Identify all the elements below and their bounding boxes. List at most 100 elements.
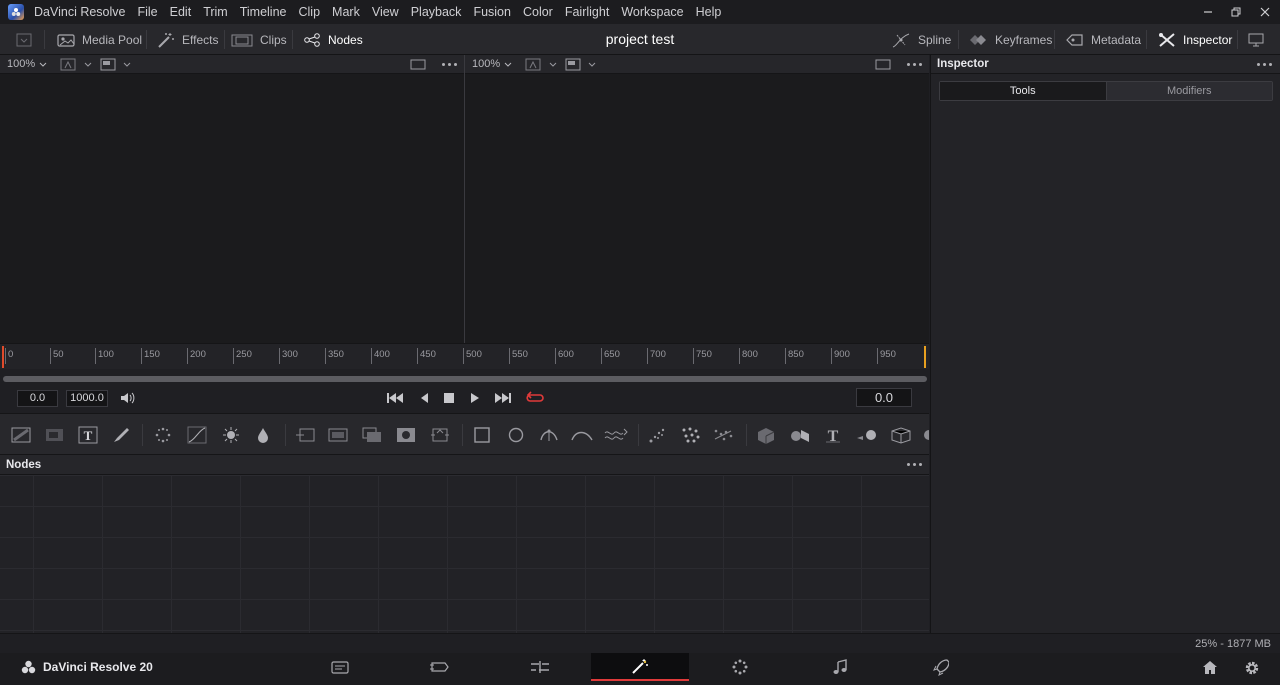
menu-color[interactable]: Color — [517, 0, 559, 24]
page-deliver-button[interactable] — [891, 653, 989, 681]
nodes-panel-title: Nodes — [6, 459, 42, 471]
play-icon[interactable] — [469, 390, 481, 406]
stop-icon[interactable] — [443, 390, 455, 406]
current-time-field[interactable]: 0.0 — [856, 388, 912, 407]
close-icon[interactable] — [1250, 0, 1280, 24]
tab-tools[interactable]: Tools — [940, 82, 1106, 100]
polygon-mask-icon[interactable] — [539, 426, 559, 444]
viewer-layout-icon[interactable] — [100, 58, 134, 71]
effects-button[interactable]: Effects — [157, 24, 218, 55]
more-options-icon[interactable] — [907, 63, 922, 66]
menu-mark[interactable]: Mark — [326, 0, 366, 24]
render-start-marker[interactable] — [2, 346, 4, 368]
more-options-icon[interactable] — [442, 63, 457, 66]
more-options-icon[interactable] — [1257, 63, 1272, 66]
scrub-bar[interactable] — [3, 376, 927, 382]
background-tool-icon[interactable] — [11, 426, 31, 444]
menu-view[interactable]: View — [366, 0, 405, 24]
camera3d-tool-icon[interactable] — [856, 426, 876, 444]
tab-modifiers[interactable]: Modifiers — [1105, 82, 1272, 100]
menu-help[interactable]: Help — [690, 0, 728, 24]
viewer-right[interactable] — [465, 74, 929, 343]
menu-fusion[interactable]: Fusion — [467, 0, 517, 24]
mask-tool-icon[interactable] — [396, 426, 416, 444]
transform-tool-icon[interactable] — [430, 426, 450, 444]
restore-icon[interactable] — [1221, 0, 1251, 24]
channel-select-icon[interactable] — [525, 58, 563, 71]
render-end-field[interactable]: 1000.0 — [66, 390, 108, 407]
edit-page-icon — [531, 661, 549, 673]
page-color-button[interactable] — [691, 653, 789, 681]
page-media-button[interactable] — [291, 653, 389, 681]
channel-select-icon[interactable] — [60, 58, 98, 71]
gear-icon[interactable] — [1244, 660, 1260, 676]
menu-file[interactable]: File — [131, 0, 163, 24]
text-tool-icon[interactable]: T — [78, 426, 98, 444]
menu-trim[interactable]: Trim — [197, 0, 234, 24]
node-editor-canvas[interactable] — [0, 475, 929, 633]
minimize-icon[interactable] — [1193, 0, 1223, 24]
page-edit-button[interactable] — [491, 653, 589, 681]
color-curves-tool-icon[interactable] — [187, 426, 207, 444]
paint-tool-icon[interactable] — [111, 426, 131, 444]
viewer-layout-icon[interactable] — [565, 58, 599, 71]
keyframes-button[interactable]: Keyframes — [968, 24, 1052, 55]
nodes-button[interactable]: Nodes — [303, 24, 363, 55]
go-to-start-icon[interactable] — [386, 390, 404, 406]
metadata-button[interactable]: Metadata — [1066, 24, 1141, 55]
rectangle-mask-icon[interactable] — [472, 426, 492, 444]
menu-clip[interactable]: Clip — [293, 0, 327, 24]
time-ruler[interactable]: 0 50 100 150 200 250 300 350 400 450 500… — [0, 343, 929, 369]
viewer-left[interactable] — [0, 74, 464, 343]
page-cut-button[interactable] — [391, 653, 489, 681]
text3d-tool-icon[interactable]: T — [823, 426, 843, 444]
single-view-icon[interactable] — [410, 58, 426, 71]
particles-tool-icon[interactable] — [153, 426, 173, 444]
render-end-marker[interactable] — [924, 346, 926, 368]
page-fairlight-button[interactable] — [791, 653, 889, 681]
pemitter-tool-icon[interactable] — [648, 426, 668, 444]
menu-timeline[interactable]: Timeline — [234, 0, 293, 24]
ruler-tick: 200 — [187, 348, 206, 364]
page-fusion-button[interactable] — [591, 653, 689, 681]
home-icon[interactable] — [1202, 660, 1218, 675]
loader-tool-icon[interactable] — [45, 426, 65, 444]
metadata-tag-icon — [1066, 33, 1083, 46]
more-tools-icon[interactable] — [920, 426, 929, 444]
go-to-end-icon[interactable] — [494, 390, 512, 406]
tracker-tool-icon[interactable] — [604, 426, 628, 444]
media-pool-button[interactable]: Media Pool — [57, 24, 142, 55]
brightness-tool-icon[interactable] — [221, 426, 241, 444]
viewer-left-zoom[interactable]: 100% — [7, 55, 47, 74]
color-drop-tool-icon[interactable] — [253, 426, 273, 444]
merge-tool-icon[interactable] — [295, 426, 315, 444]
channel-booleans-tool-icon[interactable] — [328, 426, 348, 444]
ellipse-mask-icon[interactable] — [506, 426, 526, 444]
clips-button[interactable]: Clips — [231, 24, 287, 55]
monitor-icon[interactable] — [1247, 24, 1265, 55]
viewer-right-zoom[interactable]: 100% — [472, 55, 512, 74]
loop-icon[interactable] — [525, 390, 545, 406]
step-back-icon[interactable] — [418, 390, 430, 406]
inspector-button[interactable]: Inspector — [1158, 24, 1232, 55]
merge3d-tool-icon[interactable] — [789, 426, 809, 444]
matte-control-tool-icon[interactable] — [362, 426, 382, 444]
media-pool-icon — [57, 33, 75, 47]
render-start-field[interactable]: 0.0 — [17, 390, 58, 407]
shape3d-tool-icon[interactable] — [756, 426, 776, 444]
menu-playback[interactable]: Playback — [405, 0, 468, 24]
spline-button[interactable]: Spline — [891, 24, 951, 55]
menu-edit[interactable]: Edit — [164, 0, 198, 24]
speaker-icon[interactable] — [119, 390, 135, 406]
more-options-icon[interactable] — [907, 463, 922, 466]
pmerge-tool-icon[interactable] — [713, 426, 733, 444]
bspline-mask-icon[interactable] — [571, 426, 593, 444]
prender-tool-icon[interactable] — [680, 426, 700, 444]
renderer3d-tool-icon[interactable] — [890, 426, 911, 444]
menu-fairlight[interactable]: Fairlight — [559, 0, 615, 24]
ruler-tick: 0 — [5, 348, 13, 364]
single-view-icon[interactable] — [875, 58, 891, 71]
top-toolbar: Media Pool Effects Clips Nodes project t… — [0, 24, 1280, 55]
panel-toggle-icon[interactable] — [16, 24, 32, 55]
menu-workspace[interactable]: Workspace — [615, 0, 689, 24]
